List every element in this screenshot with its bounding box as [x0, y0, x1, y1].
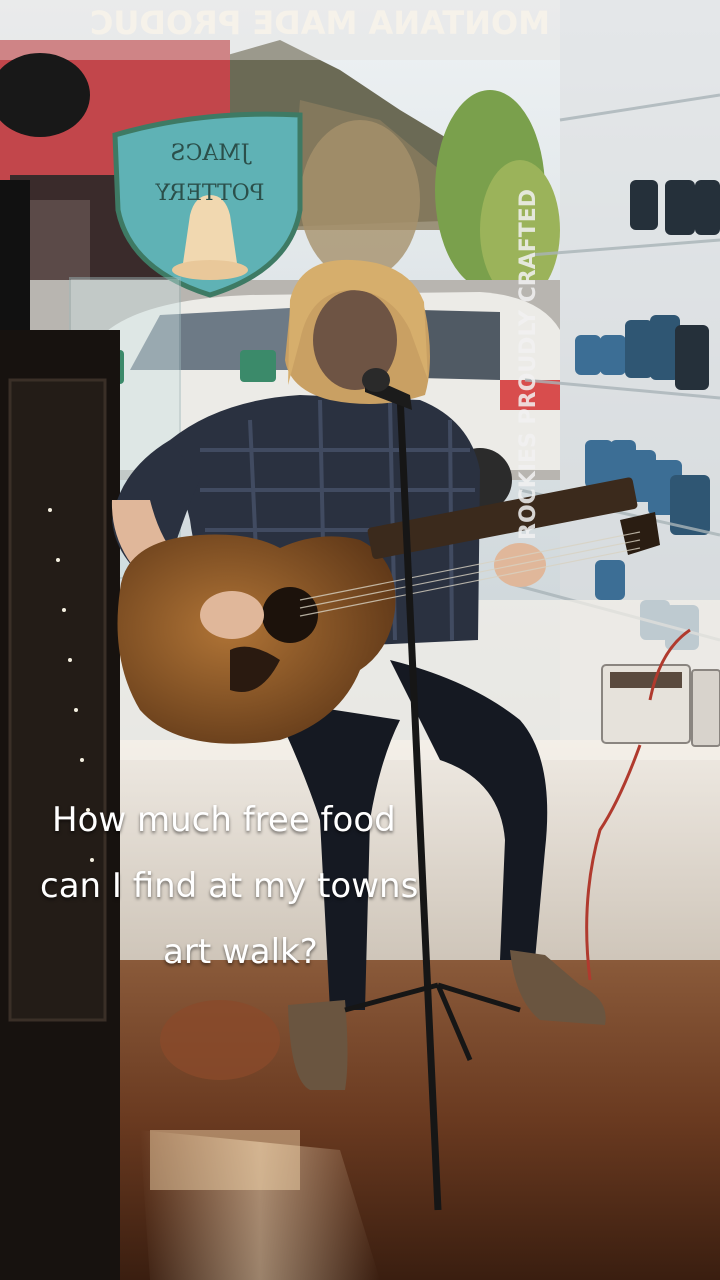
window-lettering: MONTANA MADE PRODUC: [90, 4, 550, 42]
video-frame: MONTANA MADE PRODUC JMACS POTTERY ROCKIE…: [0, 0, 720, 1280]
window-lettering-text: MONTANA MADE PRODUC: [90, 4, 550, 42]
sign-lettering-line1: JMACS: [170, 141, 251, 166]
caption-line-2: can I find at my towns: [40, 866, 419, 906]
sign-lettering-line2: POTTERY: [155, 181, 265, 206]
caption-line-1: How much free food: [52, 800, 396, 840]
scene-illustration: MONTANA MADE PRODUC JMACS POTTERY ROCKIE…: [0, 0, 720, 1280]
shelf-lettering: ROCKIES PROUDLY CRAFTED: [516, 189, 541, 540]
caption-line-3: art walk?: [163, 932, 318, 972]
